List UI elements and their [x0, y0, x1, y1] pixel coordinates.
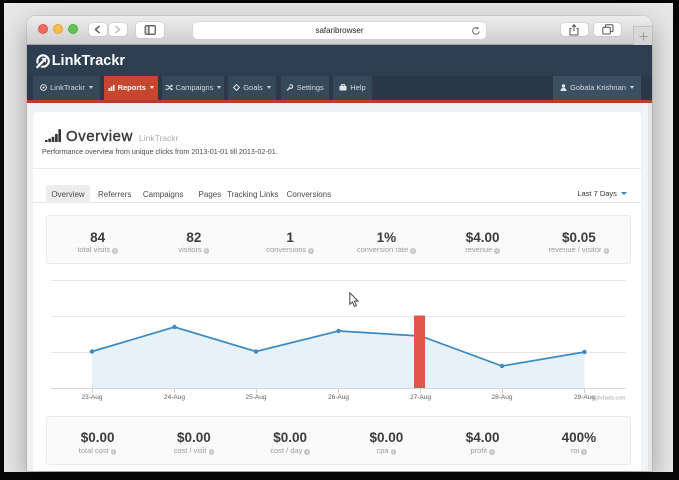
svg-text:23-Aug: 23-Aug [82, 394, 103, 401]
svg-text:26-Aug: 26-Aug [328, 394, 349, 401]
svg-text:28-Aug: 28-Aug [492, 394, 513, 401]
svg-text:27-Aug: 27-Aug [410, 394, 431, 401]
svg-text:24-Aug: 24-Aug [164, 394, 185, 401]
svg-text:Highcharts.com: Highcharts.com [590, 396, 625, 402]
svg-text:25-Aug: 25-Aug [246, 394, 267, 401]
